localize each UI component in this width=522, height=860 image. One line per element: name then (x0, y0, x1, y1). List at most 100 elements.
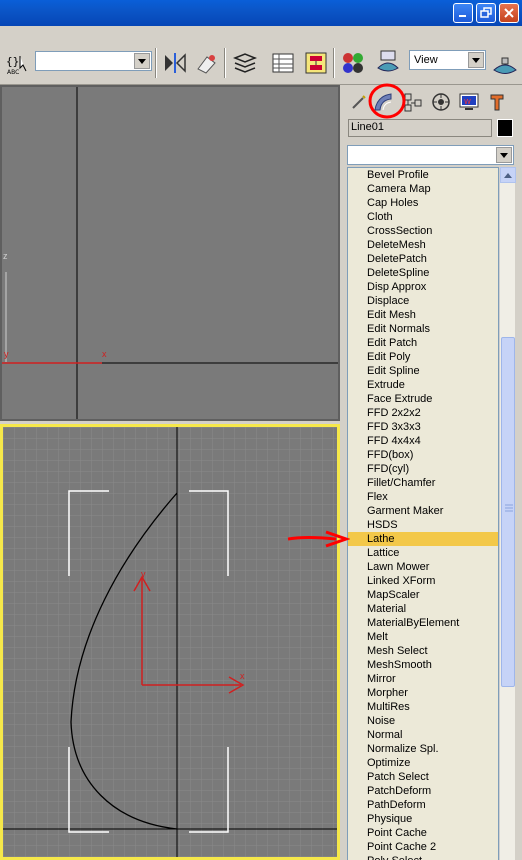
modifier-item[interactable]: MapScaler (348, 588, 498, 602)
annotation-arrow (287, 530, 350, 548)
modifier-item[interactable]: Material (348, 602, 498, 616)
modifier-item[interactable]: Flex (348, 490, 498, 504)
quick-render-icon[interactable] (492, 54, 518, 80)
toolbar-divider (333, 48, 335, 78)
modifier-item[interactable]: FFD 2x2x2 (348, 406, 498, 420)
scrollbar-thumb[interactable] (501, 337, 515, 687)
modifier-item[interactable]: DeleteSpline (348, 266, 498, 280)
svg-text:W: W (464, 98, 471, 106)
modifier-item[interactable]: Garment Maker (348, 504, 498, 518)
modifier-list-scrollbar[interactable] (499, 167, 516, 860)
modifier-item[interactable]: Melt (348, 630, 498, 644)
modifier-item[interactable]: Cloth (348, 210, 498, 224)
render-setup-icon[interactable] (375, 50, 401, 76)
minimize-button[interactable] (453, 3, 473, 23)
layer-manager-icon[interactable] (232, 50, 258, 76)
modifier-item[interactable]: MeshSmooth (348, 658, 498, 672)
top-viewport-grid (2, 87, 338, 419)
align-icon[interactable] (194, 50, 220, 76)
modifier-list[interactable]: Bevel Profile Camera Map Cap Holes Cloth Cro… (347, 167, 499, 860)
modifier-item[interactable]: FFD 3x3x3 (348, 420, 498, 434)
object-name-field[interactable]: Line01 (348, 119, 492, 137)
modifier-item[interactable]: Edit Mesh (348, 308, 498, 322)
chevron-down-icon[interactable] (134, 53, 150, 69)
modifier-item[interactable]: Cap Holes (348, 196, 498, 210)
named-selection-sets-icon[interactable]: {} ABC (4, 51, 30, 77)
modifier-item[interactable]: MaterialByElement (348, 616, 498, 630)
scroll-up-button[interactable] (500, 167, 516, 183)
schematic-view-icon[interactable] (303, 50, 329, 76)
active-viewport[interactable]: y x (0, 424, 340, 860)
minimize-icon (459, 15, 466, 17)
modifier-item[interactable]: DeleteMesh (348, 238, 498, 252)
gizmo-x-label: x (240, 671, 245, 681)
modifier-item[interactable]: PathDeform (348, 798, 498, 812)
motion-tab-icon[interactable] (430, 90, 452, 114)
gizmo-y-label: y (141, 569, 146, 579)
modifier-item[interactable]: Physique (348, 812, 498, 826)
modifier-item[interactable]: Mesh Select (348, 644, 498, 658)
modifier-item[interactable]: Face Extrude (348, 392, 498, 406)
material-editor-icon[interactable] (340, 50, 366, 76)
modifier-item[interactable]: Point Cache (348, 826, 498, 840)
modifier-item[interactable]: FFD(box) (348, 448, 498, 462)
object-color-swatch[interactable] (497, 119, 513, 137)
utilities-tab-icon[interactable] (486, 90, 508, 114)
modifier-item[interactable]: Normal (348, 728, 498, 742)
modifier-item[interactable]: Disp Approx (348, 280, 498, 294)
modifier-item[interactable]: Edit Normals (348, 322, 498, 336)
modifier-item[interactable]: Morpher (348, 686, 498, 700)
reference-coord-dropdown[interactable]: View (409, 50, 486, 70)
modifier-item[interactable]: Mirror (348, 672, 498, 686)
svg-text:ABC: ABC (7, 69, 19, 76)
track-view-icon[interactable] (270, 50, 296, 76)
toolbar-divider (155, 48, 157, 78)
axis-x-label: x (102, 349, 107, 359)
annotation-circle (368, 83, 406, 119)
axis-y-label: y (4, 349, 9, 359)
modifier-item[interactable]: Patch Select (348, 770, 498, 784)
modifier-item[interactable]: Noise (348, 714, 498, 728)
chevron-down-icon[interactable] (496, 147, 512, 163)
modifier-item[interactable]: FFD(cyl) (348, 462, 498, 476)
modifier-item[interactable]: MultiRes (348, 700, 498, 714)
modifier-item-selected[interactable]: Lathe (348, 532, 498, 546)
restore-button[interactable] (476, 3, 496, 23)
modifier-item[interactable]: Edit Patch (348, 336, 498, 350)
modifier-item[interactable]: DeletePatch (348, 252, 498, 266)
modifier-item[interactable]: Edit Poly (348, 350, 498, 364)
mirror-icon[interactable] (162, 50, 188, 76)
modifier-item[interactable]: Lattice (348, 546, 498, 560)
modifier-item[interactable]: Extrude (348, 378, 498, 392)
modifier-list-dropdown[interactable] (347, 145, 514, 165)
modifier-item[interactable]: Point Cache 2 (348, 840, 498, 854)
modifier-item[interactable]: Edit Spline (348, 364, 498, 378)
named-selection-dropdown[interactable] (35, 51, 152, 71)
modifier-item[interactable]: HSDS (348, 518, 498, 532)
modifier-item[interactable]: Camera Map (348, 182, 498, 196)
axis-z-label: z (3, 251, 8, 261)
modifier-item[interactable]: CrossSection (348, 224, 498, 238)
main-toolbar: {} ABC View (0, 26, 522, 85)
close-icon (504, 8, 514, 18)
active-viewport-canvas (3, 427, 337, 857)
modifier-item[interactable]: Linked XForm (348, 574, 498, 588)
display-tab-icon[interactable]: W (458, 90, 480, 114)
modifier-item[interactable]: Bevel Profile (348, 168, 498, 182)
svg-text:{}: {} (6, 55, 19, 68)
command-panel: W Line01 Bevel Profile Camera Map Cap Hole… (346, 83, 522, 860)
modifier-item[interactable]: Optimize (348, 756, 498, 770)
modifier-item[interactable]: Fillet/Chamfer (348, 476, 498, 490)
modifier-item[interactable]: Displace (348, 294, 498, 308)
modifier-item[interactable]: PatchDeform (348, 784, 498, 798)
chevron-down-icon[interactable] (468, 52, 484, 68)
grid (3, 427, 337, 857)
modifier-item[interactable]: Normalize Spl. (348, 742, 498, 756)
window-titlebar (0, 0, 522, 26)
modifier-item[interactable]: Poly Select (348, 854, 498, 860)
close-button[interactable] (499, 3, 519, 23)
modifier-item[interactable]: FFD 4x4x4 (348, 434, 498, 448)
restore-icon (480, 7, 492, 18)
top-viewport[interactable]: z y x (0, 85, 340, 421)
modifier-item[interactable]: Lawn Mower (348, 560, 498, 574)
